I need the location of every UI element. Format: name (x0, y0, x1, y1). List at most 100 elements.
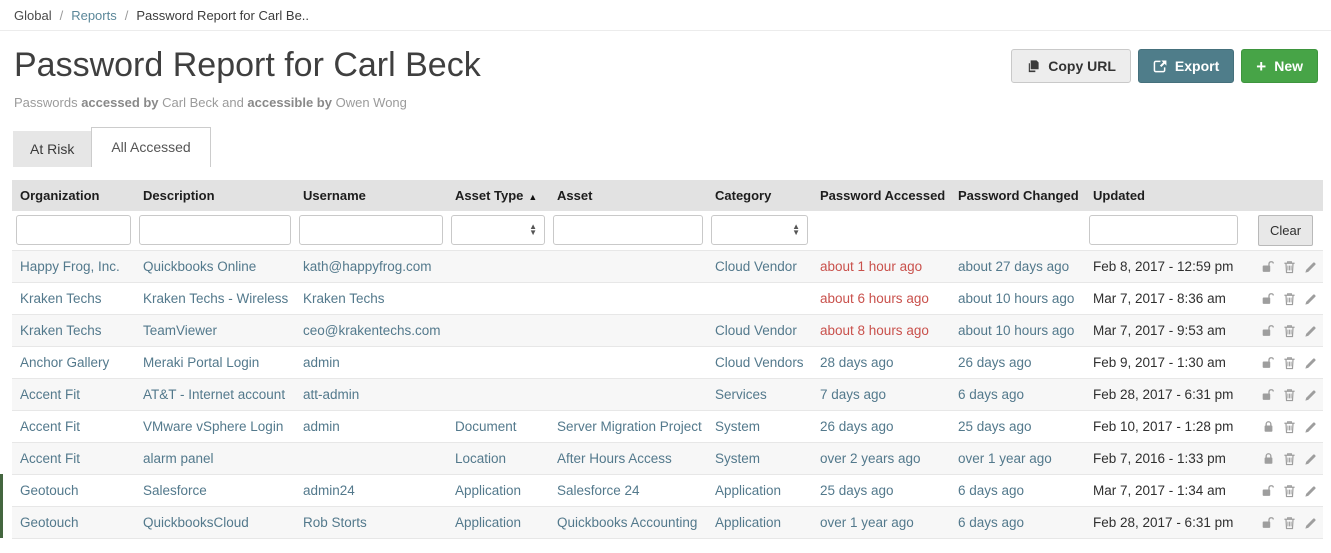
subtitle-text: Passwords (14, 94, 82, 110)
cell-accessed: about 1 hour ago (812, 249, 950, 283)
cell-accessed: over 1 year ago (812, 505, 950, 539)
copy-url-button[interactable]: Copy URL (1011, 49, 1131, 83)
actions-cell (1242, 249, 1323, 283)
cell-org: Kraken Techs (12, 281, 135, 315)
delete-icon[interactable] (1283, 516, 1296, 530)
column-label-org: Organization (20, 187, 100, 203)
table-row: Kraken Techs Kraken Techs - Wireless Krake… (12, 281, 1323, 315)
cell-cat: Cloud Vendor (707, 313, 812, 347)
table-row: Accent Fit AT&T - Internet account att-adm… (12, 377, 1323, 411)
filter-select-cat[interactable]: ▲ ▼ (711, 215, 808, 246)
column-header-cat[interactable]: Category (707, 179, 812, 211)
cell-changed: over 1 year ago (950, 441, 1085, 475)
clear-filters-button[interactable]: Clear (1258, 214, 1314, 246)
subtitle-text: Owen Wong (331, 94, 407, 110)
cell-accessed: 26 days ago (812, 409, 950, 443)
column-header-updated[interactable]: Updated (1085, 179, 1242, 211)
tab-at-risk[interactable]: At Risk (13, 130, 92, 167)
new-button[interactable]: + New (1241, 49, 1318, 83)
cell-desc: VMware vSphere Login (135, 409, 295, 443)
edit-icon[interactable] (1304, 293, 1317, 306)
cell-changed: about 27 days ago (950, 249, 1085, 283)
cell-cat: System (707, 441, 812, 475)
filter-input-org[interactable] (16, 215, 131, 246)
subtitle-text: Carl Beck and (158, 94, 248, 110)
unlock-icon[interactable] (1260, 516, 1275, 530)
actions-cell (1242, 473, 1323, 507)
column-header-org[interactable]: Organization (12, 179, 135, 211)
delete-icon[interactable] (1283, 388, 1296, 402)
actions-cell (1242, 345, 1323, 379)
column-header-accessed[interactable]: Password Accessed (812, 179, 950, 211)
cell-desc: QuickbooksCloud (135, 505, 295, 539)
cell-desc: TeamViewer (135, 313, 295, 347)
filter-input-updated[interactable] (1089, 215, 1238, 246)
unlock-icon[interactable] (1260, 292, 1275, 306)
cell-accessed: about 6 hours ago (812, 281, 950, 315)
cell-atype (447, 313, 549, 347)
column-header-changed[interactable]: Password Changed (950, 179, 1085, 211)
filter-cell-org (12, 210, 135, 251)
edit-icon[interactable] (1304, 261, 1317, 274)
breadcrumb-item-global[interactable]: Global (14, 8, 52, 23)
filter-input-asset[interactable] (553, 215, 703, 246)
delete-icon[interactable] (1283, 324, 1296, 338)
filter-input-user[interactable] (299, 215, 443, 246)
unlock-icon[interactable] (1260, 260, 1275, 274)
edit-icon[interactable] (1304, 357, 1317, 370)
cell-changed: 25 days ago (950, 409, 1085, 443)
unlock-icon[interactable] (1260, 324, 1275, 338)
column-header-actions[interactable] (1242, 179, 1323, 211)
cell-org: Accent Fit (12, 441, 135, 475)
unlock-icon[interactable] (1260, 484, 1275, 498)
delete-icon[interactable] (1283, 356, 1296, 370)
cell-updated: Feb 10, 2017 - 1:28 pm (1085, 409, 1242, 443)
edit-icon[interactable] (1304, 389, 1317, 402)
cell-desc: AT&T - Internet account (135, 377, 295, 411)
tab-all-accessed[interactable]: All Accessed (91, 126, 211, 167)
export-button[interactable]: Export (1137, 49, 1235, 83)
cell-org: Accent Fit (12, 409, 135, 443)
edit-icon[interactable] (1304, 453, 1317, 466)
subtitle-text: accessed by (81, 94, 159, 110)
delete-icon[interactable] (1283, 260, 1296, 274)
edit-icon[interactable] (1304, 325, 1317, 338)
cell-updated: Feb 28, 2017 - 6:31 pm (1085, 505, 1242, 539)
filter-input-desc[interactable] (139, 215, 291, 246)
cell-asset (549, 281, 707, 315)
cell-updated: Feb 7, 2016 - 1:33 pm (1085, 441, 1242, 475)
column-header-user[interactable]: Username (295, 179, 447, 211)
filter-cell-user (295, 210, 447, 251)
unlock-icon[interactable] (1260, 356, 1275, 370)
actions-cell (1242, 505, 1323, 539)
column-header-atype[interactable]: Asset Type ▲ (447, 179, 549, 211)
edit-icon[interactable] (1304, 421, 1317, 434)
actions-cell (1242, 409, 1323, 443)
column-header-desc[interactable]: Description (135, 179, 295, 211)
delete-icon[interactable] (1283, 452, 1296, 466)
unlock-icon[interactable] (1260, 388, 1275, 402)
cell-atype: Location (447, 441, 549, 475)
breadcrumb-separator: / (59, 7, 64, 23)
delete-icon[interactable] (1283, 420, 1296, 434)
cell-desc: Meraki Portal Login (135, 345, 295, 379)
cell-user: ceo@krakentechs.com (295, 313, 447, 347)
lock-icon[interactable] (1262, 452, 1275, 466)
breadcrumb-item-reports[interactable]: Reports (71, 8, 117, 23)
page-header: Password Report for Carl Beck Copy URL E… (0, 31, 1331, 86)
lock-icon[interactable] (1262, 420, 1275, 434)
delete-icon[interactable] (1283, 292, 1296, 306)
filter-select-atype[interactable]: ▲ ▼ (451, 215, 545, 246)
column-header-asset[interactable]: Asset (549, 179, 707, 211)
cell-cat (707, 281, 812, 315)
delete-icon[interactable] (1283, 484, 1296, 498)
edit-icon[interactable] (1304, 485, 1317, 498)
cell-org: Kraken Techs (12, 313, 135, 347)
cell-atype: Application (447, 473, 549, 507)
header-buttons: Copy URL Export + New (1011, 49, 1318, 83)
cell-user: kath@happyfrog.com (295, 249, 447, 283)
breadcrumb-item-password: Password Report for Carl Be.. (136, 7, 310, 23)
edit-icon[interactable] (1304, 517, 1317, 530)
filter-cell-atype: ▲ ▼ (447, 210, 549, 251)
actions-cell (1242, 313, 1323, 347)
